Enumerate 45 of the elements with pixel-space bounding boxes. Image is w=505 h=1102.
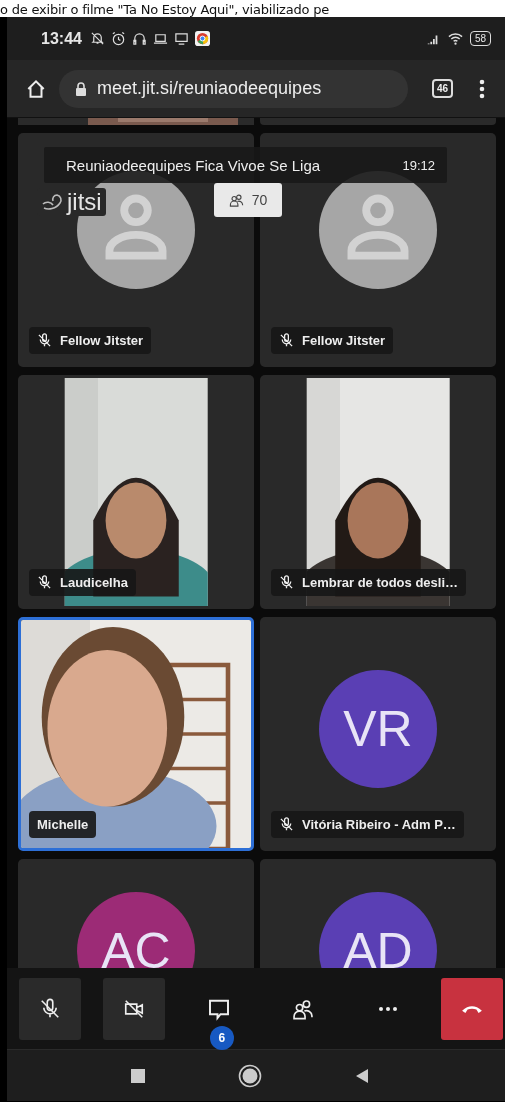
people-icon (292, 997, 315, 1020)
participant-name-label: Lembrar de todos desli… (271, 569, 467, 596)
participant-count[interactable]: 70 (214, 183, 282, 217)
back-icon[interactable] (354, 1067, 370, 1084)
home-button-icon[interactable] (238, 1063, 262, 1088)
laptop-icon (152, 31, 168, 46)
video-tile[interactable]: AC (18, 859, 254, 968)
recents-icon[interactable] (130, 1067, 146, 1084)
participant-name-label: Laudicelha (29, 569, 136, 596)
video-tile[interactable]: VR Vitória Ribeiro - Adm P… (260, 617, 496, 851)
participant-name-label: Vitória Ribeiro - Adm P… (271, 811, 464, 838)
battery-indicator: 58 (469, 31, 491, 46)
participant-name-label: Fellow Jitster (271, 327, 394, 354)
camera-icon (123, 997, 146, 1020)
initials-avatar: AD (319, 892, 437, 968)
address-field[interactable]: meet.jit.si/reuniaodeequipes (59, 69, 408, 108)
participant-name-label: Michelle (29, 811, 97, 838)
initials-avatar: AC (77, 892, 195, 968)
hang-up-button[interactable] (440, 977, 503, 1040)
video-tile[interactable]: Michelle (18, 617, 254, 851)
lock-icon (75, 81, 87, 96)
initials-avatar: VR (319, 670, 437, 788)
wifi-icon (446, 31, 464, 46)
video-tile[interactable]: Lembrar de todos desli… (260, 375, 496, 609)
meeting-duration: 19:12 (402, 157, 435, 173)
headphones-icon (131, 31, 147, 46)
home-icon[interactable] (25, 77, 47, 100)
notifications-off-icon (89, 31, 105, 46)
menu-icon[interactable] (479, 78, 485, 99)
unread-badge: 6 (209, 1025, 234, 1050)
people-icon (228, 192, 244, 208)
camera-button[interactable] (103, 977, 166, 1040)
video-tile[interactable]: Laudicelha (18, 375, 254, 609)
video-tile[interactable]: AD (260, 859, 496, 968)
tab-count[interactable]: 46 (431, 79, 453, 98)
microphone-icon (39, 997, 61, 1020)
browser-app-icon (194, 31, 210, 46)
status-time: 13:44 (41, 29, 82, 48)
microphone-button[interactable] (19, 977, 81, 1040)
document-text: o de exibir o filme "Ta No Estoy Aqui", viabilizado pe (0, 1, 330, 17)
phone-icon (460, 1003, 483, 1014)
more-icon (376, 1005, 399, 1012)
participant-name-label: Fellow Jitster (29, 327, 152, 354)
alarm-icon (110, 31, 126, 46)
monitor-icon (173, 31, 189, 46)
